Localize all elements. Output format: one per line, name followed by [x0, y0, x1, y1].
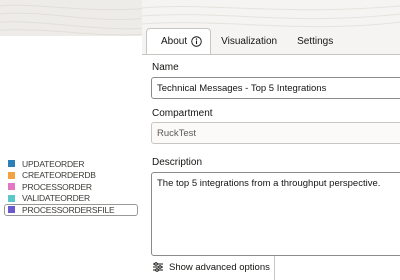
- legend-item[interactable]: CREATEORDERDB: [8, 170, 138, 182]
- compartment-field[interactable]: RuckTest: [151, 122, 400, 144]
- tab-bar: About Visualization Settings: [146, 28, 343, 54]
- legend-label: PROCESSORDER: [22, 181, 92, 192]
- info-icon[interactable]: [191, 36, 202, 47]
- legend-item[interactable]: UPDATEORDER: [8, 158, 138, 170]
- show-advanced-options-link[interactable]: Show advanced options: [152, 261, 270, 273]
- description-label: Description: [152, 157, 203, 168]
- legend-swatch: [8, 183, 15, 191]
- visualization-canvas: UPDATEORDER CREATEORDERDB PROCESSORDER VALI…: [0, 0, 150, 280]
- properties-panel: About Visualization Settings Name Techni…: [142, 0, 400, 280]
- legend-item[interactable]: VALIDATEORDER: [8, 193, 138, 205]
- legend-swatch: [8, 160, 15, 168]
- name-value: Technical Messages - Top 5 Integrations: [157, 82, 327, 94]
- tab-visualization-label: Visualization: [221, 35, 278, 47]
- legend-label: CREATEORDERDB: [22, 170, 96, 181]
- divider: [274, 256, 275, 280]
- chart-legend: UPDATEORDER CREATEORDERDB PROCESSORDER VALI…: [4, 158, 138, 216]
- name-field[interactable]: Technical Messages - Top 5 Integrations: [151, 77, 400, 99]
- about-tab-content: Name Technical Messages - Top 5 Integrat…: [142, 54, 400, 280]
- description-value: The top 5 integrations from a throughput…: [157, 178, 381, 189]
- legend-swatch: [8, 171, 15, 179]
- tab-visualization[interactable]: Visualization: [211, 28, 287, 54]
- compartment-label: Compartment: [152, 108, 213, 119]
- legend-label: PROCESSORDERSFILE: [22, 204, 115, 215]
- legend-item[interactable]: PROCESSORDERSFILE: [4, 204, 138, 216]
- legend-label: UPDATEORDER: [22, 158, 85, 169]
- chart-panel: UPDATEORDER CREATEORDERDB PROCESSORDER VALI…: [0, 36, 142, 280]
- description-textarea[interactable]: The top 5 integrations from a throughput…: [151, 172, 400, 256]
- tab-settings[interactable]: Settings: [287, 28, 343, 54]
- legend-swatch: [8, 206, 15, 214]
- tab-about-label: About: [161, 36, 188, 47]
- legend-item[interactable]: PROCESSORDER: [8, 181, 138, 193]
- legend-swatch: [8, 194, 15, 202]
- show-advanced-options-label: Show advanced options: [169, 261, 270, 273]
- tab-about[interactable]: About: [146, 28, 212, 54]
- compartment-value: RuckTest: [157, 127, 197, 139]
- legend-label: VALIDATEORDER: [22, 193, 90, 204]
- tab-settings-label: Settings: [297, 35, 334, 47]
- name-label: Name: [152, 62, 179, 73]
- sliders-icon: [153, 262, 163, 272]
